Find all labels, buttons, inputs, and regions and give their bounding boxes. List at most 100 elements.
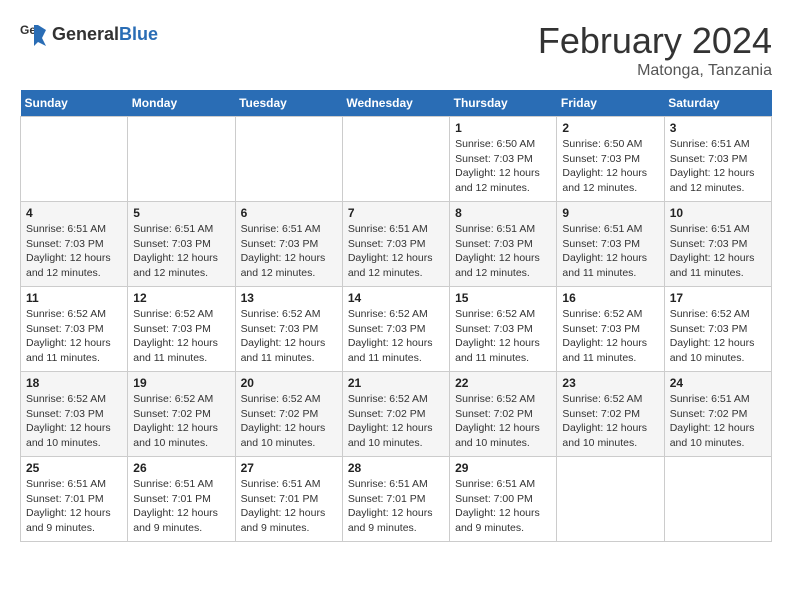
day-number: 15	[455, 291, 551, 305]
day-info: Sunrise: 6:50 AM Sunset: 7:03 PM Dayligh…	[562, 137, 658, 196]
day-info: Sunrise: 6:52 AM Sunset: 7:03 PM Dayligh…	[348, 307, 444, 366]
calendar-cell: 2 Sunrise: 6:50 AM Sunset: 7:03 PM Daylig…	[557, 117, 664, 202]
calendar-cell: 27 Sunrise: 6:51 AM Sunset: 7:01 PM Dayli…	[235, 457, 342, 542]
calendar-cell: 14 Sunrise: 6:52 AM Sunset: 7:03 PM Dayli…	[342, 287, 449, 372]
calendar-cell: 1 Sunrise: 6:50 AM Sunset: 7:03 PM Daylig…	[450, 117, 557, 202]
day-info: Sunrise: 6:52 AM Sunset: 7:03 PM Dayligh…	[26, 307, 122, 366]
weekday-header-cell: Friday	[557, 90, 664, 117]
day-info: Sunrise: 6:51 AM Sunset: 7:03 PM Dayligh…	[348, 222, 444, 281]
day-number: 13	[241, 291, 337, 305]
calendar-cell: 13 Sunrise: 6:52 AM Sunset: 7:03 PM Dayli…	[235, 287, 342, 372]
day-number: 18	[26, 376, 122, 390]
calendar-cell: 12Sunrise: 6:52 AM Sunset: 7:03 PM Dayli…	[128, 287, 235, 372]
day-number: 25	[26, 461, 122, 475]
day-number: 1	[455, 121, 551, 135]
month-title: February 2024	[538, 20, 772, 62]
calendar-week-row: 25 Sunrise: 6:51 AM Sunset: 7:01 PM Dayli…	[21, 457, 772, 542]
calendar-cell: 15 Sunrise: 6:52 AM Sunset: 7:03 PM Dayli…	[450, 287, 557, 372]
day-info: Sunrise: 6:52 AM Sunset: 7:03 PM Dayligh…	[562, 307, 658, 366]
calendar-cell: 29Sunrise: 6:51 AM Sunset: 7:00 PM Dayli…	[450, 457, 557, 542]
day-number: 2	[562, 121, 658, 135]
day-number: 3	[670, 121, 766, 135]
calendar-cell: 28Sunrise: 6:51 AM Sunset: 7:01 PM Dayli…	[342, 457, 449, 542]
day-info: Sunrise: 6:52 AM Sunset: 7:02 PM Dayligh…	[455, 392, 551, 451]
title-area: February 2024 Matonga, Tanzania	[538, 20, 772, 80]
day-number: 22	[455, 376, 551, 390]
day-number: 12	[133, 291, 229, 305]
weekday-header-cell: Saturday	[664, 90, 771, 117]
day-info: Sunrise: 6:50 AM Sunset: 7:03 PM Dayligh…	[455, 137, 551, 196]
calendar-week-row: 1 Sunrise: 6:50 AM Sunset: 7:03 PM Daylig…	[21, 117, 772, 202]
calendar-cell: 10Sunrise: 6:51 AM Sunset: 7:03 PM Dayli…	[664, 202, 771, 287]
calendar-week-row: 4 Sunrise: 6:51 AM Sunset: 7:03 PM Daylig…	[21, 202, 772, 287]
calendar-cell: 21Sunrise: 6:52 AM Sunset: 7:02 PM Dayli…	[342, 372, 449, 457]
day-info: Sunrise: 6:51 AM Sunset: 7:02 PM Dayligh…	[670, 392, 766, 451]
day-number: 24	[670, 376, 766, 390]
day-info: Sunrise: 6:51 AM Sunset: 7:03 PM Dayligh…	[133, 222, 229, 281]
calendar-cell: 19 Sunrise: 6:52 AM Sunset: 7:02 PM Dayli…	[128, 372, 235, 457]
calendar-cell: 22 Sunrise: 6:52 AM Sunset: 7:02 PM Dayli…	[450, 372, 557, 457]
calendar-cell	[21, 117, 128, 202]
calendar-cell: 7 Sunrise: 6:51 AM Sunset: 7:03 PM Daylig…	[342, 202, 449, 287]
day-info: Sunrise: 6:51 AM Sunset: 7:03 PM Dayligh…	[670, 137, 766, 196]
day-info: Sunrise: 6:52 AM Sunset: 7:02 PM Dayligh…	[133, 392, 229, 451]
day-info: Sunrise: 6:52 AM Sunset: 7:03 PM Dayligh…	[455, 307, 551, 366]
calendar-week-row: 18 Sunrise: 6:52 AM Sunset: 7:03 PM Dayli…	[21, 372, 772, 457]
calendar-cell: 8Sunrise: 6:51 AM Sunset: 7:03 PM Daylig…	[450, 202, 557, 287]
weekday-header-cell: Monday	[128, 90, 235, 117]
calendar-cell: 11Sunrise: 6:52 AM Sunset: 7:03 PM Dayli…	[21, 287, 128, 372]
day-info: Sunrise: 6:52 AM Sunset: 7:03 PM Dayligh…	[26, 392, 122, 451]
day-info: Sunrise: 6:52 AM Sunset: 7:02 PM Dayligh…	[562, 392, 658, 451]
day-info: Sunrise: 6:51 AM Sunset: 7:01 PM Dayligh…	[133, 477, 229, 536]
weekday-header-cell: Thursday	[450, 90, 557, 117]
calendar-cell	[128, 117, 235, 202]
calendar-cell: 25 Sunrise: 6:51 AM Sunset: 7:01 PM Dayli…	[21, 457, 128, 542]
day-info: Sunrise: 6:51 AM Sunset: 7:03 PM Dayligh…	[26, 222, 122, 281]
day-number: 9	[562, 206, 658, 220]
day-number: 6	[241, 206, 337, 220]
calendar-cell: 24 Sunrise: 6:51 AM Sunset: 7:02 PM Dayli…	[664, 372, 771, 457]
day-info: Sunrise: 6:51 AM Sunset: 7:01 PM Dayligh…	[241, 477, 337, 536]
calendar-cell: 26 Sunrise: 6:51 AM Sunset: 7:01 PM Dayli…	[128, 457, 235, 542]
day-info: Sunrise: 6:51 AM Sunset: 7:03 PM Dayligh…	[241, 222, 337, 281]
day-info: Sunrise: 6:52 AM Sunset: 7:03 PM Dayligh…	[670, 307, 766, 366]
calendar-cell: 16 Sunrise: 6:52 AM Sunset: 7:03 PM Dayli…	[557, 287, 664, 372]
calendar-week-row: 11Sunrise: 6:52 AM Sunset: 7:03 PM Dayli…	[21, 287, 772, 372]
calendar-cell: 18 Sunrise: 6:52 AM Sunset: 7:03 PM Dayli…	[21, 372, 128, 457]
weekday-header-cell: Wednesday	[342, 90, 449, 117]
location-title: Matonga, Tanzania	[538, 62, 772, 80]
weekday-header-cell: Sunday	[21, 90, 128, 117]
day-info: Sunrise: 6:51 AM Sunset: 7:00 PM Dayligh…	[455, 477, 551, 536]
weekday-header-cell: Tuesday	[235, 90, 342, 117]
calendar-cell	[342, 117, 449, 202]
calendar-cell: 20 Sunrise: 6:52 AM Sunset: 7:02 PM Dayli…	[235, 372, 342, 457]
logo-icon: Gen	[20, 20, 48, 48]
calendar-cell	[235, 117, 342, 202]
weekday-header-row: SundayMondayTuesdayWednesdayThursdayFrid…	[21, 90, 772, 117]
calendar-cell: 6 Sunrise: 6:51 AM Sunset: 7:03 PM Daylig…	[235, 202, 342, 287]
page-header: Gen GeneralBlue February 2024 Matonga, T…	[20, 20, 772, 80]
day-number: 23	[562, 376, 658, 390]
day-number: 21	[348, 376, 444, 390]
day-info: Sunrise: 6:52 AM Sunset: 7:02 PM Dayligh…	[241, 392, 337, 451]
calendar-cell: 17Sunrise: 6:52 AM Sunset: 7:03 PM Dayli…	[664, 287, 771, 372]
logo-text-general: General	[52, 24, 119, 44]
calendar-cell: 4 Sunrise: 6:51 AM Sunset: 7:03 PM Daylig…	[21, 202, 128, 287]
day-number: 14	[348, 291, 444, 305]
day-info: Sunrise: 6:51 AM Sunset: 7:03 PM Dayligh…	[670, 222, 766, 281]
day-info: Sunrise: 6:51 AM Sunset: 7:01 PM Dayligh…	[348, 477, 444, 536]
day-number: 27	[241, 461, 337, 475]
calendar-cell: 9 Sunrise: 6:51 AM Sunset: 7:03 PM Daylig…	[557, 202, 664, 287]
day-number: 4	[26, 206, 122, 220]
day-info: Sunrise: 6:51 AM Sunset: 7:03 PM Dayligh…	[562, 222, 658, 281]
day-number: 5	[133, 206, 229, 220]
day-number: 7	[348, 206, 444, 220]
day-number: 26	[133, 461, 229, 475]
day-info: Sunrise: 6:51 AM Sunset: 7:03 PM Dayligh…	[455, 222, 551, 281]
calendar-cell: 23 Sunrise: 6:52 AM Sunset: 7:02 PM Dayli…	[557, 372, 664, 457]
day-number: 16	[562, 291, 658, 305]
day-number: 19	[133, 376, 229, 390]
day-info: Sunrise: 6:52 AM Sunset: 7:03 PM Dayligh…	[241, 307, 337, 366]
day-info: Sunrise: 6:51 AM Sunset: 7:01 PM Dayligh…	[26, 477, 122, 536]
day-number: 20	[241, 376, 337, 390]
